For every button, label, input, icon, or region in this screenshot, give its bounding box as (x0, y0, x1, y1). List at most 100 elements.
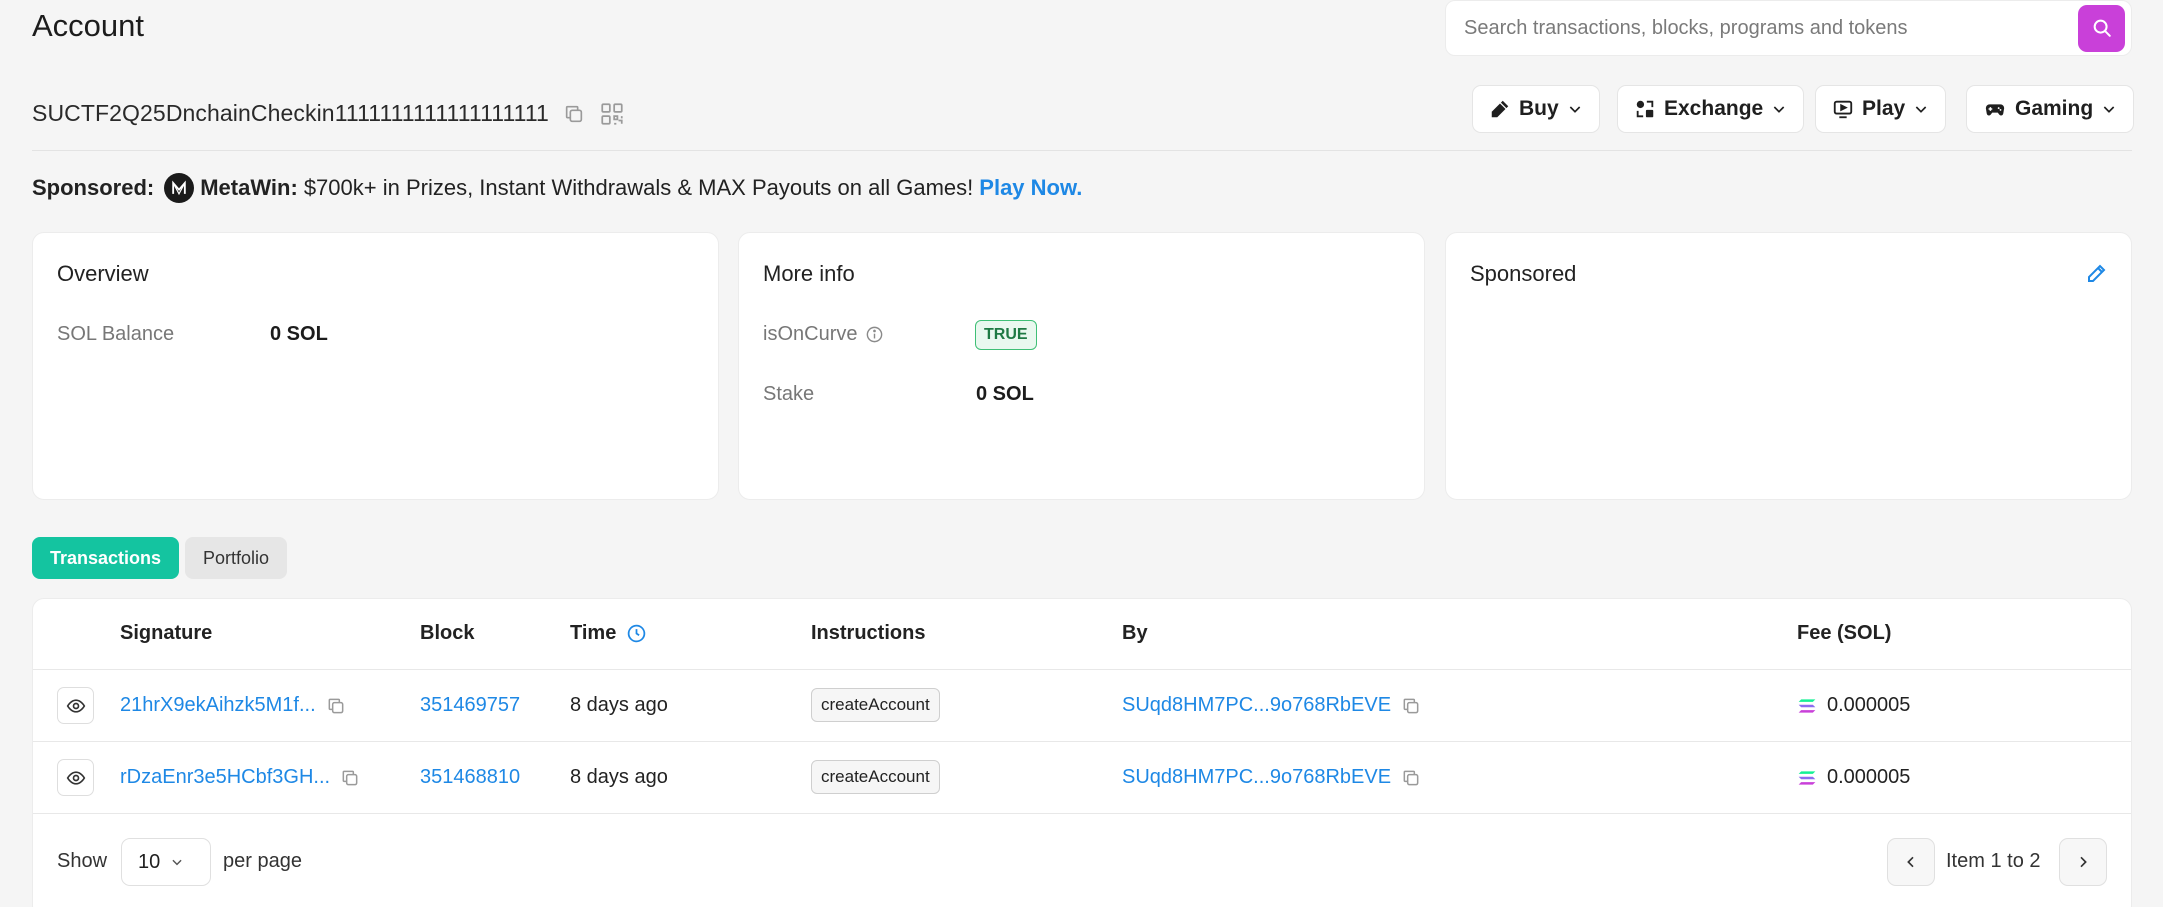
qr-code-icon[interactable] (599, 101, 625, 127)
copy-icon[interactable] (340, 768, 360, 788)
by-address-link[interactable]: SUqd8HM7PC...9o768RbEVE (1122, 766, 1391, 789)
instruction-chip: createAccount (811, 688, 940, 722)
eye-icon (66, 768, 86, 788)
more-info-title: More info (763, 261, 855, 286)
buy-menu-button[interactable]: Buy (1472, 85, 1600, 133)
chevron-down-icon (2101, 101, 2117, 117)
pagination-info: Item 1 to 2 (1946, 850, 2041, 872)
stake-label-text: Stake (763, 383, 815, 405)
exchange-label: Exchange (1664, 97, 1764, 120)
gaming-menu-button[interactable]: Gaming (1966, 85, 2135, 133)
overview-card: Overview SOL Balance 0 SOL (32, 232, 719, 500)
edit-pencil-icon[interactable] (2085, 261, 2109, 285)
is-on-curve-label: isOnCurve (763, 323, 884, 346)
sponsored-label: Sponsored: (32, 175, 155, 200)
sol-balance-label: SOL Balance (57, 323, 174, 346)
table-row-signature: 21hrX9ekAihzk5M1f... (120, 694, 346, 717)
chevron-down-icon (1913, 101, 1929, 117)
stake-label: Stake (763, 383, 814, 406)
solana-logo-icon (1797, 769, 1817, 787)
play-icon (1832, 98, 1854, 120)
row-divider (33, 813, 2131, 814)
gaming-label: Gaming (2015, 97, 2094, 120)
search-button[interactable] (2078, 4, 2125, 52)
stake-value: 0 SOL (976, 383, 1034, 405)
sponsored-card-title: Sponsored (1470, 261, 1577, 286)
gamepad-icon (1983, 98, 2007, 120)
column-header-fee: Fee (SOL) (1797, 622, 1892, 644)
copy-icon[interactable] (563, 103, 585, 125)
column-header-by: By (1122, 622, 1148, 644)
play-menu-button[interactable]: Play (1815, 85, 1947, 133)
eye-icon (66, 696, 86, 716)
account-address: SUCTF2Q25DnchainCheckin11111111111111111… (32, 100, 549, 126)
clock-icon[interactable] (626, 623, 647, 644)
chevron-down-icon (170, 855, 184, 869)
account-address-row: SUCTF2Q25DnchainCheckin11111111111111111… (32, 100, 625, 127)
row-divider (33, 669, 2131, 670)
time-value: 8 days ago (570, 694, 668, 716)
table-row-by: SUqd8HM7PC...9o768RbEVE (1122, 766, 1421, 789)
copy-icon[interactable] (1401, 696, 1421, 716)
sponsor-text: $700k+ in Prizes, Instant Withdrawals & … (303, 175, 974, 200)
chevron-left-icon (1903, 854, 1919, 870)
metawin-logo-icon (164, 173, 195, 203)
tab-portfolio[interactable]: Portfolio (185, 537, 288, 579)
table-row-by: SUqd8HM7PC...9o768RbEVE (1122, 694, 1421, 717)
search-input[interactable] (1464, 16, 2078, 40)
by-address-link[interactable]: SUqd8HM7PC...9o768RbEVE (1122, 694, 1391, 717)
is-on-curve-badge: TRUE (975, 320, 1037, 350)
time-value: 8 days ago (570, 766, 668, 788)
copy-icon[interactable] (326, 696, 346, 716)
sponsored-banner: Sponsored: MetaWin: $700k+ in Prizes, In… (32, 173, 1082, 203)
overview-title: Overview (57, 261, 149, 286)
tab-transactions[interactable]: Transactions (32, 537, 180, 579)
sponsored-card: Sponsored (1445, 232, 2132, 500)
is-on-curve-label-text: isOnCurve (763, 323, 858, 345)
column-header-time[interactable]: Time (570, 622, 647, 645)
column-header-time-label: Time (570, 622, 617, 644)
fee-value: 0.000005 (1827, 766, 1911, 788)
chevron-down-icon (1567, 101, 1583, 117)
buy-icon (1489, 98, 1511, 120)
header-divider (32, 150, 2132, 151)
table-row-fee: 0.000005 (1797, 694, 1910, 717)
chevron-down-icon (1771, 101, 1787, 117)
search-icon (2091, 17, 2113, 39)
copy-icon[interactable] (1401, 768, 1421, 788)
page-title: Account (32, 8, 145, 43)
block-link[interactable]: 351469757 (420, 694, 520, 717)
column-header-signature: Signature (120, 622, 213, 644)
show-label: Show (57, 850, 108, 872)
more-info-card: More info isOnCurve TRUE Stake 0 SOL (738, 232, 1425, 500)
instruction-chip: createAccount (811, 760, 940, 794)
sponsor-cta-link[interactable]: Play Now. (979, 175, 1082, 201)
page-size-value: 10 (138, 850, 161, 873)
column-header-block: Block (420, 622, 475, 644)
signature-link[interactable]: 21hrX9ekAihzk5M1f... (120, 694, 316, 717)
exchange-menu-button[interactable]: Exchange (1617, 85, 1805, 133)
view-transaction-button[interactable] (57, 687, 94, 724)
solana-logo-icon (1797, 697, 1817, 715)
previous-page-button[interactable] (1887, 838, 1935, 886)
fee-value: 0.000005 (1827, 694, 1911, 716)
table-row-fee: 0.000005 (1797, 766, 1910, 789)
exchange-icon (1634, 98, 1656, 120)
block-link[interactable]: 351468810 (420, 766, 520, 789)
info-icon[interactable] (865, 325, 884, 344)
per-page-label: per page (223, 850, 302, 872)
column-header-instructions: Instructions (811, 622, 926, 644)
play-label: Play (1862, 97, 1906, 120)
sol-balance-label-text: SOL Balance (57, 323, 175, 345)
page-size-select[interactable]: 10 (121, 838, 211, 886)
sol-balance-value: 0 SOL (270, 323, 328, 345)
search-box[interactable] (1445, 0, 2132, 56)
next-page-button[interactable] (2059, 838, 2107, 886)
table-row-signature: rDzaEnr3e5HCbf3GH... (120, 766, 360, 789)
sponsor-brand: MetaWin: (200, 175, 298, 200)
signature-link[interactable]: rDzaEnr3e5HCbf3GH... (120, 766, 330, 789)
row-divider (33, 741, 2131, 742)
chevron-right-icon (2075, 854, 2091, 870)
view-transaction-button[interactable] (57, 759, 94, 796)
buy-label: Buy (1519, 97, 1559, 120)
